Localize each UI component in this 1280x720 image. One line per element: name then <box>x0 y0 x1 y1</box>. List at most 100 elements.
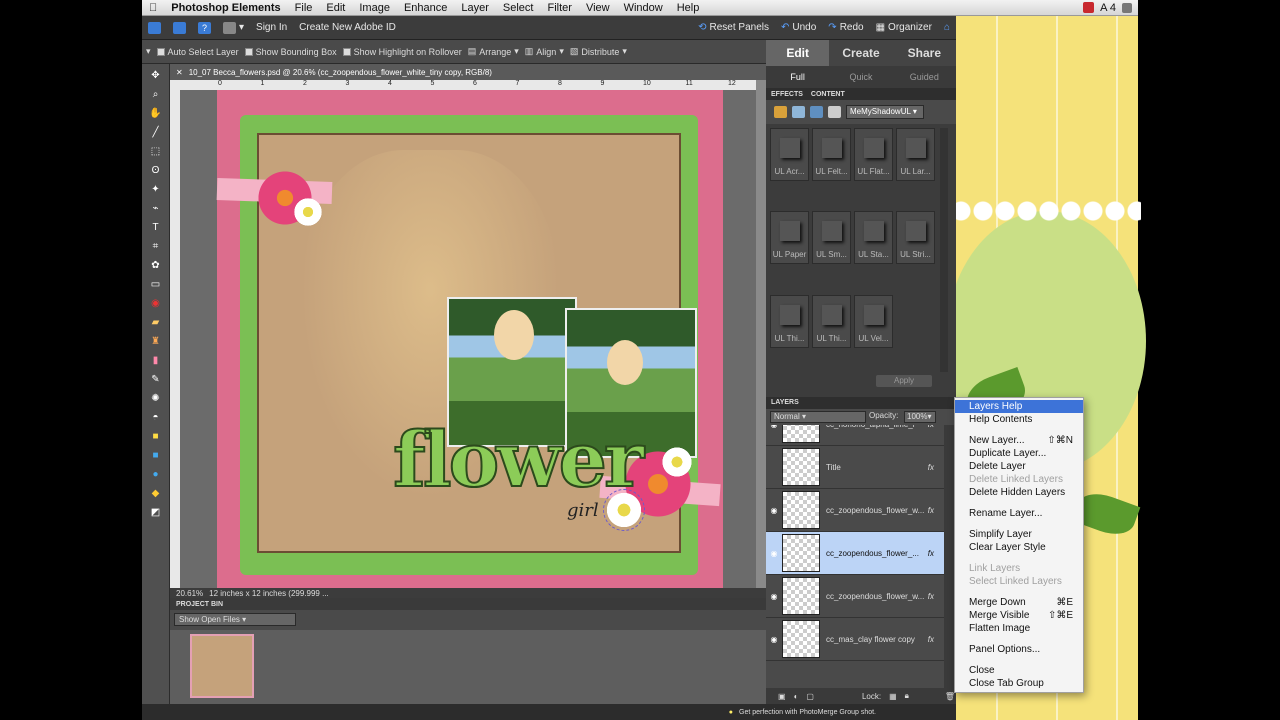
show-open-files-dropdown[interactable]: Show Open Files ▾ <box>174 613 296 626</box>
adjustment-layer-icon[interactable]: ◐ <box>794 692 799 701</box>
menu-edit[interactable]: Edit <box>319 2 352 14</box>
eraser-tool-icon[interactable]: ▮ <box>148 354 164 368</box>
layers-menu-item[interactable]: Close <box>955 664 1083 677</box>
tab-create[interactable]: Create <box>829 40 893 66</box>
color-swatches-icon[interactable]: ◩ <box>148 506 164 520</box>
marquee-tool-icon[interactable]: ⬚ <box>148 145 164 159</box>
type-tool-icon[interactable]: T <box>148 221 164 235</box>
filters-icon[interactable] <box>774 106 787 118</box>
visibility-eye-icon[interactable]: ◉ <box>766 506 782 515</box>
red-eye-tool-icon[interactable]: ◉ <box>148 297 164 311</box>
layers-menu-item[interactable]: Delete Layer <box>955 460 1083 473</box>
options-menu-icon[interactable]: ▾ <box>146 46 151 57</box>
layer-mask-icon[interactable]: ▢ <box>806 692 814 701</box>
layers-menu-item[interactable]: Flatten Image <box>955 622 1083 635</box>
layer-style-icon[interactable]: fx <box>928 592 934 601</box>
eyedropper-tool-icon[interactable]: ╱ <box>148 126 164 140</box>
open-file-thumbnail[interactable] <box>190 634 254 698</box>
home-icon[interactable]: ⌂ <box>938 19 956 37</box>
menu-extra-icon[interactable] <box>1122 2 1132 13</box>
all-effects-icon[interactable] <box>828 106 841 118</box>
project-bin-header[interactable]: PROJECT BIN <box>170 598 766 610</box>
bounding-box-checkbox[interactable]: Show Bounding Box <box>244 47 337 57</box>
quick-selection-tool-icon[interactable]: ⌁ <box>148 202 164 216</box>
tab-content[interactable]: CONTENT <box>811 91 845 98</box>
tab-edit[interactable]: Edit <box>766 40 830 66</box>
hand-tool-icon[interactable]: ✋ <box>148 107 164 121</box>
layers-menu-item[interactable]: Merge Visible ⇧⌘E <box>955 609 1083 622</box>
magic-wand-tool-icon[interactable]: ✦ <box>148 183 164 197</box>
sponge-tool-icon[interactable]: ◆ <box>148 487 164 501</box>
visibility-eye-icon[interactable]: ◉ <box>766 549 782 558</box>
menu-layer[interactable]: Layer <box>454 2 496 14</box>
save-icon[interactable] <box>167 19 192 37</box>
effect-thumbnail[interactable]: UL Stri... <box>896 211 935 265</box>
app-menu[interactable]: Photoshop Elements <box>164 2 287 14</box>
tab-effects[interactable]: EFFECTS <box>771 91 803 98</box>
straighten-tool-icon[interactable]: ▭ <box>148 278 164 292</box>
clone-stamp-tool-icon[interactable]: ♜ <box>148 335 164 349</box>
crop-tool-icon[interactable]: ⌗ <box>148 240 164 254</box>
layers-menu-item[interactable]: Layers Help <box>955 400 1083 413</box>
layers-menu-item[interactable]: Panel Options... <box>955 643 1083 656</box>
reset-panels-button[interactable]: ⟲ Reset Panels <box>692 19 775 37</box>
layer-row[interactable]: ◉ cc_zoopendous_flower_w... fx <box>766 575 944 618</box>
effect-thumbnail[interactable]: UL Thi... <box>770 294 809 348</box>
layers-menu-item[interactable]: Close Tab Group <box>955 677 1083 690</box>
layers-menu-item[interactable]: Duplicate Layer... <box>955 447 1083 460</box>
zoom-level[interactable]: 20.61% <box>176 589 203 598</box>
effect-thumbnail[interactable]: UL Vel... <box>854 294 893 348</box>
blend-mode-dropdown[interactable]: Normal ▾ <box>770 411 866 423</box>
paint-bucket-tool-icon[interactable]: ◓ <box>148 411 164 425</box>
subtab-guided[interactable]: Guided <box>893 66 956 88</box>
undo-button[interactable]: ↶ Undo <box>775 19 822 37</box>
workspace-icon[interactable]: ▾ <box>217 19 250 37</box>
layers-menu-item[interactable]: New Layer... ⇧⌘N <box>955 434 1083 447</box>
menu-help[interactable]: Help <box>670 2 707 14</box>
layers-menu-item[interactable]: Delete Hidden Layers <box>955 486 1083 499</box>
photo-effects-icon[interactable] <box>810 106 823 118</box>
healing-brush-tool-icon[interactable]: ▰ <box>148 316 164 330</box>
close-tab-icon[interactable]: ✕ <box>176 68 183 77</box>
layer-row[interactable]: ◉ cc_hohoho_alpha_lime_r fx <box>766 425 944 446</box>
align-dropdown[interactable]: ▥ Align ▾ <box>525 46 564 57</box>
effect-thumbnail[interactable]: UL Felt... <box>812 128 851 181</box>
visibility-eye-icon[interactable]: ◉ <box>766 592 782 601</box>
shape-tool-icon[interactable]: ■ <box>148 449 164 463</box>
layer-style-icon[interactable]: fx <box>928 549 934 558</box>
layer-row[interactable]: ◉ cc_mas_clay flower copy fx <box>766 618 944 661</box>
layer-style-icon[interactable]: fx <box>928 635 934 644</box>
effect-thumbnail[interactable]: UL Thi... <box>812 294 851 348</box>
new-layer-icon[interactable]: ▣ <box>778 692 786 701</box>
apple-icon[interactable]:  <box>142 2 164 14</box>
smart-brush-tool-icon[interactable]: ✺ <box>148 392 164 406</box>
effects-scrollbar[interactable] <box>940 128 948 372</box>
effect-thumbnail[interactable]: UL Acr... <box>770 128 809 181</box>
subtab-quick[interactable]: Quick <box>829 66 892 88</box>
effects-library-dropdown[interactable]: MeMyShadowUL ▾ <box>846 105 924 119</box>
layer-style-icon[interactable]: fx <box>928 425 934 429</box>
layer-style-icon[interactable]: fx <box>928 463 934 472</box>
cookie-cutter-tool-icon[interactable]: ✿ <box>148 259 164 273</box>
lock-transparent-icon[interactable]: ▦ <box>889 692 897 701</box>
tab-share[interactable]: Share <box>892 40 956 66</box>
subtab-full[interactable]: Full <box>766 66 829 88</box>
help-icon[interactable]: ? <box>192 19 217 37</box>
opacity-field[interactable]: 100%▾ <box>904 411 936 423</box>
layers-scrollbar[interactable] <box>944 425 954 688</box>
effect-thumbnail[interactable]: UL Flat... <box>854 128 893 181</box>
layers-menu-item[interactable]: Clear Layer Style <box>955 541 1083 554</box>
record-icon[interactable] <box>1083 2 1095 13</box>
menu-window[interactable]: Window <box>617 2 670 14</box>
menu-image[interactable]: Image <box>352 2 397 14</box>
gradient-tool-icon[interactable]: ■ <box>148 430 164 444</box>
layers-menu-item[interactable]: Simplify Layer <box>955 528 1083 541</box>
layers-menu-item[interactable]: Rename Layer... <box>955 507 1083 520</box>
effect-thumbnail[interactable]: UL Sta... <box>854 211 893 265</box>
menu-select[interactable]: Select <box>496 2 541 14</box>
visibility-eye-icon[interactable]: ◉ <box>766 425 782 429</box>
move-tool-icon[interactable]: ✥ <box>148 69 164 83</box>
distribute-dropdown[interactable]: ▧ Distribute ▾ <box>570 46 627 57</box>
layer-row[interactable]: Title fx <box>766 446 944 489</box>
menu-view[interactable]: View <box>579 2 617 14</box>
